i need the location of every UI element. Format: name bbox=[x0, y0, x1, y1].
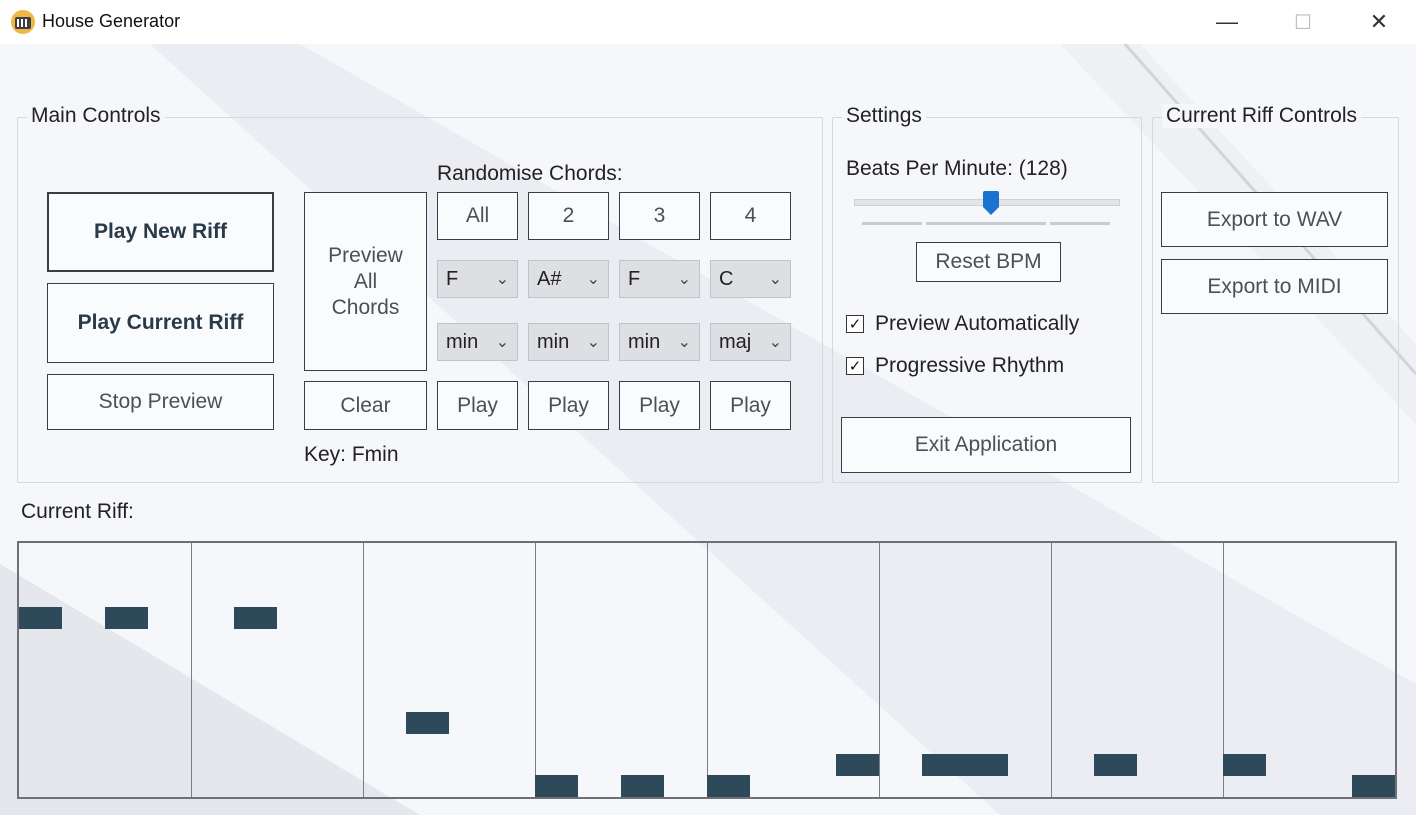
randomise-chord-3-button[interactable]: 3 bbox=[619, 192, 700, 240]
randomise-chord-4-button[interactable]: 4 bbox=[710, 192, 791, 240]
riff-note bbox=[406, 712, 449, 734]
bar-divider bbox=[191, 543, 192, 797]
riff-note bbox=[105, 607, 148, 629]
chord-4-root-select[interactable]: C ⌄ bbox=[710, 260, 791, 298]
chord-2-quality-value: min bbox=[537, 330, 570, 353]
bpm-slider[interactable] bbox=[854, 189, 1120, 229]
piano-roll bbox=[17, 541, 1397, 799]
close-button[interactable]: ✕ bbox=[1344, 0, 1414, 44]
app-logo-icon bbox=[10, 9, 36, 35]
preview-automatically-label: Preview Automatically bbox=[875, 312, 1080, 335]
progressive-rhythm-label: Progressive Rhythm bbox=[875, 354, 1065, 377]
riff-note bbox=[234, 607, 277, 629]
chord-1-quality-value: min bbox=[446, 330, 479, 353]
chord-4-quality-select[interactable]: maj ⌄ bbox=[710, 323, 791, 361]
export-wav-button[interactable]: Export to WAV bbox=[1161, 192, 1388, 247]
key-label: Key: Fmin bbox=[304, 443, 399, 466]
preview-all-chords-line-3: Chords bbox=[331, 295, 400, 319]
chevron-down-icon: ⌄ bbox=[677, 334, 691, 351]
stop-preview-button[interactable]: Stop Preview bbox=[47, 374, 274, 430]
riff-note bbox=[1352, 775, 1395, 797]
bar-divider bbox=[363, 543, 364, 797]
chord-1-root-select[interactable]: F ⌄ bbox=[437, 260, 518, 298]
export-midi-button[interactable]: Export to MIDI bbox=[1161, 259, 1388, 314]
chord-3-quality-select[interactable]: min ⌄ bbox=[619, 323, 700, 361]
riff-note bbox=[836, 754, 879, 776]
randomise-chords-label: Randomise Chords: bbox=[437, 162, 623, 185]
window-title: House Generator bbox=[42, 11, 181, 31]
chevron-down-icon: ⌄ bbox=[586, 334, 600, 351]
progressive-rhythm-checkbox[interactable]: ✓ Progressive Rhythm bbox=[846, 354, 1064, 378]
preview-all-chords-button[interactable]: Preview All Chords bbox=[304, 192, 427, 371]
chord-4-root-value: C bbox=[719, 267, 734, 290]
reset-bpm-button[interactable]: Reset BPM bbox=[916, 242, 1061, 282]
checkbox-check-icon[interactable]: ✓ bbox=[846, 357, 864, 375]
chord-1-root-value: F bbox=[446, 267, 459, 290]
riff-note bbox=[535, 775, 578, 797]
bpm-label: Beats Per Minute: (128) bbox=[846, 157, 1068, 180]
chord-2-root-select[interactable]: A# ⌄ bbox=[528, 260, 609, 298]
chord-4-quality-value: maj bbox=[719, 330, 752, 353]
riff-note bbox=[621, 775, 664, 797]
chevron-down-icon: ⌄ bbox=[768, 334, 782, 351]
randomise-chord-2-button[interactable]: 2 bbox=[528, 192, 609, 240]
chevron-down-icon: ⌄ bbox=[677, 271, 691, 288]
slider-thumb[interactable] bbox=[983, 191, 999, 215]
riff-note bbox=[19, 607, 62, 629]
chord-3-root-value: F bbox=[628, 267, 641, 290]
exit-application-button[interactable]: Exit Application bbox=[841, 417, 1131, 473]
preview-all-chords-line-2: All bbox=[353, 269, 378, 293]
chord-2-quality-select[interactable]: min ⌄ bbox=[528, 323, 609, 361]
preview-all-chords-line-1: Preview bbox=[328, 243, 403, 267]
bar-divider bbox=[1051, 543, 1052, 797]
chevron-down-icon: ⌄ bbox=[495, 334, 509, 351]
riff-note bbox=[707, 775, 750, 797]
bar-divider bbox=[535, 543, 536, 797]
checkbox-check-icon[interactable]: ✓ bbox=[846, 315, 864, 333]
clear-button[interactable]: Clear bbox=[304, 381, 427, 430]
chevron-down-icon: ⌄ bbox=[586, 271, 600, 288]
play-chord-3-button[interactable]: Play bbox=[619, 381, 700, 430]
chord-1-quality-select[interactable]: min ⌄ bbox=[437, 323, 518, 361]
riff-note bbox=[1094, 754, 1137, 776]
stop-preview-label: Stop Preview bbox=[98, 390, 223, 413]
play-chord-4-button[interactable]: Play bbox=[710, 381, 791, 430]
play-chord-2-button[interactable]: Play bbox=[528, 381, 609, 430]
maximize-button[interactable]: ☐ bbox=[1268, 0, 1338, 44]
title-bar: House Generator — ☐ ✕ bbox=[0, 0, 1416, 44]
slider-tick bbox=[862, 222, 922, 225]
riff-note bbox=[1223, 754, 1266, 776]
minimize-button[interactable]: — bbox=[1192, 0, 1262, 44]
chevron-down-icon: ⌄ bbox=[495, 271, 509, 288]
preview-automatically-checkbox[interactable]: ✓ Preview Automatically bbox=[846, 312, 1079, 336]
riff-note bbox=[922, 754, 1008, 776]
chord-2-root-value: A# bbox=[537, 267, 562, 290]
bar-divider bbox=[707, 543, 708, 797]
riff-controls-label: Current Riff Controls bbox=[1162, 104, 1362, 128]
chord-3-root-select[interactable]: F ⌄ bbox=[619, 260, 700, 298]
bar-divider bbox=[879, 543, 880, 797]
slider-tick bbox=[1050, 222, 1110, 225]
current-riff-label: Current Riff: bbox=[21, 500, 134, 523]
settings-label: Settings bbox=[842, 104, 926, 128]
play-new-riff-button[interactable]: Play New Riff bbox=[47, 192, 274, 272]
chevron-down-icon: ⌄ bbox=[768, 271, 782, 288]
randomise-all-button[interactable]: All bbox=[437, 192, 518, 240]
play-current-riff-button[interactable]: Play Current Riff bbox=[47, 283, 274, 363]
slider-tick bbox=[926, 222, 1046, 225]
main-controls-label: Main Controls bbox=[27, 104, 165, 128]
play-chord-1-button[interactable]: Play bbox=[437, 381, 518, 430]
chord-3-quality-value: min bbox=[628, 330, 661, 353]
